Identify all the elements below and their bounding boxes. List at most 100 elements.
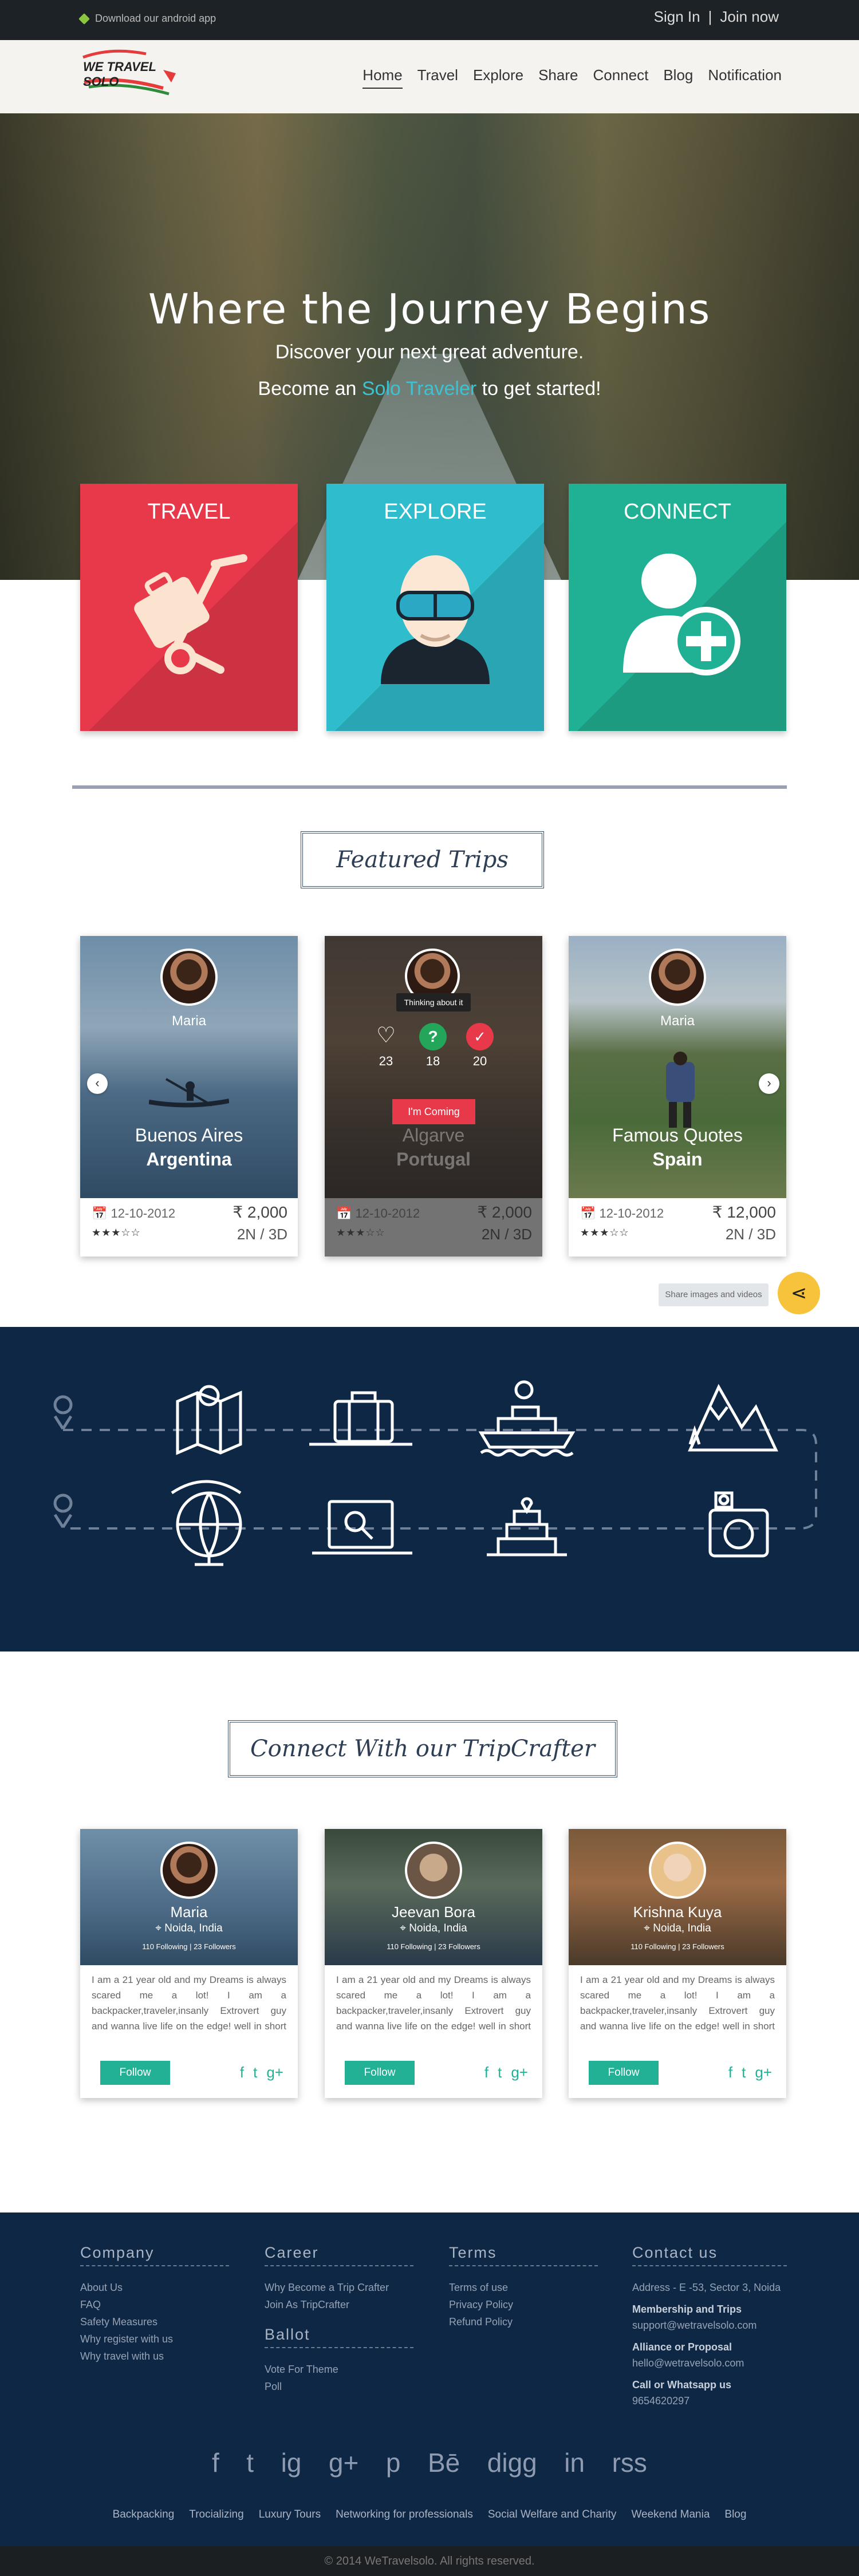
pinterest-icon[interactable]: p: [386, 2447, 401, 2478]
crafter-card[interactable]: Maria ⌖ Noida, India 110 Following | 23 …: [80, 1829, 298, 2098]
trip-city: Famous Quotes: [612, 1125, 743, 1145]
explore-tile[interactable]: EXPLORE: [326, 484, 544, 731]
nav-connect[interactable]: Connect: [593, 66, 648, 89]
trip-card[interactable]: Maria Famous Quotes Spain › 📅 12-10-2012…: [569, 936, 786, 1257]
rss-icon[interactable]: rss: [612, 2447, 647, 2478]
google-plus-icon[interactable]: g+: [755, 2064, 772, 2081]
footer-bottom-link[interactable]: Weekend Mania: [631, 2508, 710, 2521]
footer-bottom-link[interactable]: Networking for professionals: [336, 2508, 473, 2521]
carousel-prev-button[interactable]: ‹: [87, 1073, 108, 1094]
footer-link-safety[interactable]: Safety Measures: [80, 2313, 229, 2330]
google-plus-icon[interactable]: g+: [329, 2447, 358, 2478]
carousel-next-button[interactable]: ›: [759, 1073, 779, 1094]
facebook-icon[interactable]: f: [240, 2064, 244, 2081]
trip-duration: 2N / 3D: [237, 1226, 287, 1243]
footer-bottom-link[interactable]: Social Welfare and Charity: [488, 2508, 617, 2521]
share-button[interactable]: ⋖: [778, 1272, 820, 1314]
share-icon: ⋖: [790, 1282, 807, 1304]
footer-link-refund[interactable]: Refund Policy: [449, 2313, 598, 2330]
location-pin-icon: ⌖: [155, 1922, 165, 1934]
crafter-name: Krishna Kuya: [633, 1903, 722, 1921]
footer-contact-column: Contact us Address - E -53, Sector 3, No…: [632, 2244, 787, 2409]
facebook-icon[interactable]: f: [728, 2064, 732, 2081]
trip-card[interactable]: Thinking about it ♡ ? ✓ 23 18 20 I'm Com…: [325, 936, 542, 1257]
digg-icon[interactable]: digg: [487, 2447, 537, 2478]
crafter-location-text: Noida, India: [164, 1922, 223, 1934]
google-plus-icon[interactable]: g+: [266, 2064, 283, 2081]
follow-button[interactable]: Follow: [345, 2061, 415, 2085]
footer-link-why-travel[interactable]: Why travel with us: [80, 2348, 229, 2365]
likes-count: 23: [379, 1054, 393, 1068]
twitter-icon[interactable]: t: [498, 2064, 502, 2081]
nav-explore[interactable]: Explore: [473, 66, 523, 89]
avatar[interactable]: [649, 1842, 706, 1899]
im-coming-button[interactable]: I'm Coming: [392, 1099, 475, 1124]
hero-cta-text: Become an Solo Traveler to get started!: [0, 378, 859, 400]
avatar[interactable]: [649, 949, 706, 1006]
avatar[interactable]: [160, 1842, 218, 1899]
footer-link-terms[interactable]: Terms of use: [449, 2279, 598, 2296]
footer-link-why-register[interactable]: Why register with us: [80, 2330, 229, 2348]
footer-contact-title: Contact us: [632, 2244, 787, 2266]
crafter-card[interactable]: Krishna Kuya ⌖ Noida, India 110 Followin…: [569, 1829, 786, 2098]
twitter-icon[interactable]: t: [742, 2064, 746, 2081]
footer-link-vote-theme[interactable]: Vote For Theme: [265, 2361, 413, 2378]
google-plus-icon[interactable]: g+: [511, 2064, 528, 2081]
connect-tile[interactable]: CONNECT: [569, 484, 786, 731]
footer-link-about[interactable]: About Us: [80, 2279, 229, 2296]
crafter-card[interactable]: Jeevan Bora ⌖ Noida, India 110 Following…: [325, 1829, 542, 2098]
footer-bottom-link[interactable]: Trocializing: [189, 2508, 243, 2521]
section-divider: [72, 785, 787, 789]
footer-company-column: Company About Us FAQ Safety Measures Why…: [80, 2244, 229, 2365]
nav-travel[interactable]: Travel: [417, 66, 458, 89]
footer-support-email[interactable]: support@wetravelsolo.com: [632, 2317, 787, 2334]
avatar[interactable]: [160, 949, 218, 1006]
footer-ballot-title: Ballot: [265, 2326, 413, 2348]
avatar[interactable]: [405, 1842, 462, 1899]
linkedin-icon[interactable]: in: [564, 2447, 585, 2478]
footer-link-privacy[interactable]: Privacy Policy: [449, 2296, 598, 2313]
travel-tile[interactable]: TRAVEL: [80, 484, 298, 731]
map-pin-icon: [53, 1494, 73, 1528]
journey-icons-band: [0, 1327, 859, 1652]
sign-in-link[interactable]: Sign In: [654, 8, 700, 26]
nav-share[interactable]: Share: [538, 66, 578, 89]
hero-cta-highlight[interactable]: Solo Traveler: [362, 378, 476, 400]
going-check-icon[interactable]: ✓: [466, 1023, 494, 1050]
like-heart-icon[interactable]: ♡: [373, 1023, 399, 1048]
behance-icon[interactable]: Bē: [428, 2447, 460, 2478]
twitter-icon[interactable]: t: [246, 2447, 254, 2478]
trip-date: 📅 12-10-2012: [336, 1206, 420, 1221]
hero-subtitle: Discover your next great adventure.: [275, 341, 584, 363]
footer-link-join-crafter[interactable]: Join As TripCrafter: [265, 2296, 413, 2313]
facebook-icon[interactable]: f: [484, 2064, 488, 2081]
mountains-icon: [688, 1384, 778, 1452]
footer-link-become-crafter[interactable]: Why Become a Trip Crafter: [265, 2279, 413, 2296]
trip-country: Portugal: [396, 1149, 471, 1170]
facebook-icon[interactable]: f: [212, 2447, 219, 2478]
nav-blog[interactable]: Blog: [663, 66, 693, 89]
join-now-link[interactable]: Join now: [720, 8, 779, 26]
site-logo[interactable]: WE TRAVEL SOLO: [77, 47, 180, 104]
footer-link-faq[interactable]: FAQ: [80, 2296, 229, 2313]
footer-phone[interactable]: 9654620297: [632, 2392, 787, 2409]
trip-card[interactable]: Maria Buenos Aires Argentina ‹ 📅 12-10-2…: [80, 936, 298, 1257]
footer-hello-email[interactable]: hello@wetravelsolo.com: [632, 2354, 787, 2372]
crafter-location-text: Noida, India: [409, 1922, 467, 1934]
footer-bottom-link[interactable]: Backpacking: [113, 2508, 175, 2521]
download-app-link[interactable]: Download our android app: [78, 13, 216, 25]
map-pin-icon: [53, 1395, 73, 1430]
trip-city: Buenos Aires: [135, 1125, 243, 1145]
nav-home[interactable]: Home: [362, 66, 403, 89]
nav-notification[interactable]: Notification: [708, 66, 782, 89]
maybe-question-icon[interactable]: ?: [419, 1023, 447, 1050]
cruise-ship-icon: [478, 1380, 576, 1457]
camera-icon: [708, 1491, 769, 1558]
footer-bottom-link[interactable]: Blog: [724, 2508, 746, 2521]
footer-bottom-link[interactable]: Luxury Tours: [259, 2508, 321, 2521]
twitter-icon[interactable]: t: [253, 2064, 257, 2081]
instagram-icon[interactable]: ig: [281, 2447, 302, 2478]
footer-link-poll[interactable]: Poll: [265, 2378, 413, 2395]
follow-button[interactable]: Follow: [589, 2061, 659, 2085]
follow-button[interactable]: Follow: [100, 2061, 170, 2085]
